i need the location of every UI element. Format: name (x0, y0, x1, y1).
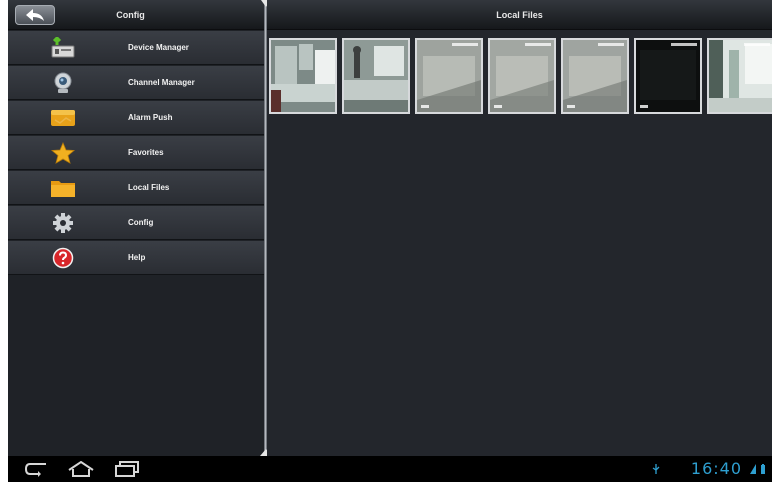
star-icon (50, 142, 76, 164)
file-thumbnail[interactable] (707, 38, 772, 114)
recent-apps-icon (115, 461, 139, 477)
file-thumbnail[interactable] (561, 38, 629, 114)
home-icon (68, 461, 94, 477)
nav-back-button[interactable] (22, 460, 50, 478)
alarm-push-icon (50, 107, 76, 129)
tablet-screen: Config Device Manager Channel Manager Al… (8, 0, 772, 482)
file-thumbnail[interactable] (269, 38, 337, 114)
file-thumbnail[interactable] (415, 38, 483, 114)
menu-item-label: Alarm Push (128, 113, 173, 122)
menu-item-local-files[interactable]: Local Files (8, 171, 265, 205)
folder-icon (50, 177, 76, 199)
back-button[interactable] (15, 5, 55, 25)
menu-item-label: Channel Manager (128, 78, 195, 87)
help-icon (50, 247, 76, 269)
nav-recent-apps-button[interactable] (112, 460, 142, 478)
menu-item-help[interactable]: Help (8, 241, 265, 275)
config-header: Config (8, 0, 265, 30)
system-nav-bar: 16:40 (8, 456, 772, 482)
file-thumbnail[interactable] (488, 38, 556, 114)
back-nav-icon (24, 463, 46, 477)
menu-item-label: Favorites (128, 148, 164, 157)
camera-icon (50, 72, 76, 94)
file-thumbnail[interactable] (342, 38, 410, 114)
nav-home-button[interactable] (66, 460, 96, 478)
clock-text: 16:40 (690, 459, 742, 478)
menu-item-config[interactable]: Config (8, 206, 265, 240)
menu-item-alarm-push[interactable]: Alarm Push (8, 101, 265, 135)
menu-item-label: Local Files (128, 183, 170, 192)
battery-icon (761, 464, 765, 474)
back-arrow-icon (26, 9, 44, 21)
signal-icon (750, 464, 756, 474)
usb-icon (652, 464, 660, 474)
device-manager-icon (50, 37, 76, 59)
menu-item-label: Config (128, 218, 154, 227)
menu-item-channel-manager[interactable]: Channel Manager (8, 66, 265, 100)
local-files-pane: Local Files (267, 0, 772, 456)
menu-item-device-manager[interactable]: Device Manager (8, 31, 265, 65)
menu-item-label: Help (128, 253, 146, 262)
config-menu: Device Manager Channel Manager Alarm Pus… (8, 31, 265, 276)
config-pane: Config Device Manager Channel Manager Al… (8, 0, 265, 456)
file-thumbnail[interactable] (634, 38, 702, 114)
thumbnail-strip (269, 38, 772, 116)
config-title: Config (116, 10, 145, 20)
local-files-title: Local Files (496, 10, 543, 20)
menu-item-favorites[interactable]: Favorites (8, 136, 265, 170)
gear-icon (50, 212, 76, 234)
menu-item-label: Device Manager (128, 43, 189, 52)
local-files-header: Local Files (267, 0, 772, 30)
